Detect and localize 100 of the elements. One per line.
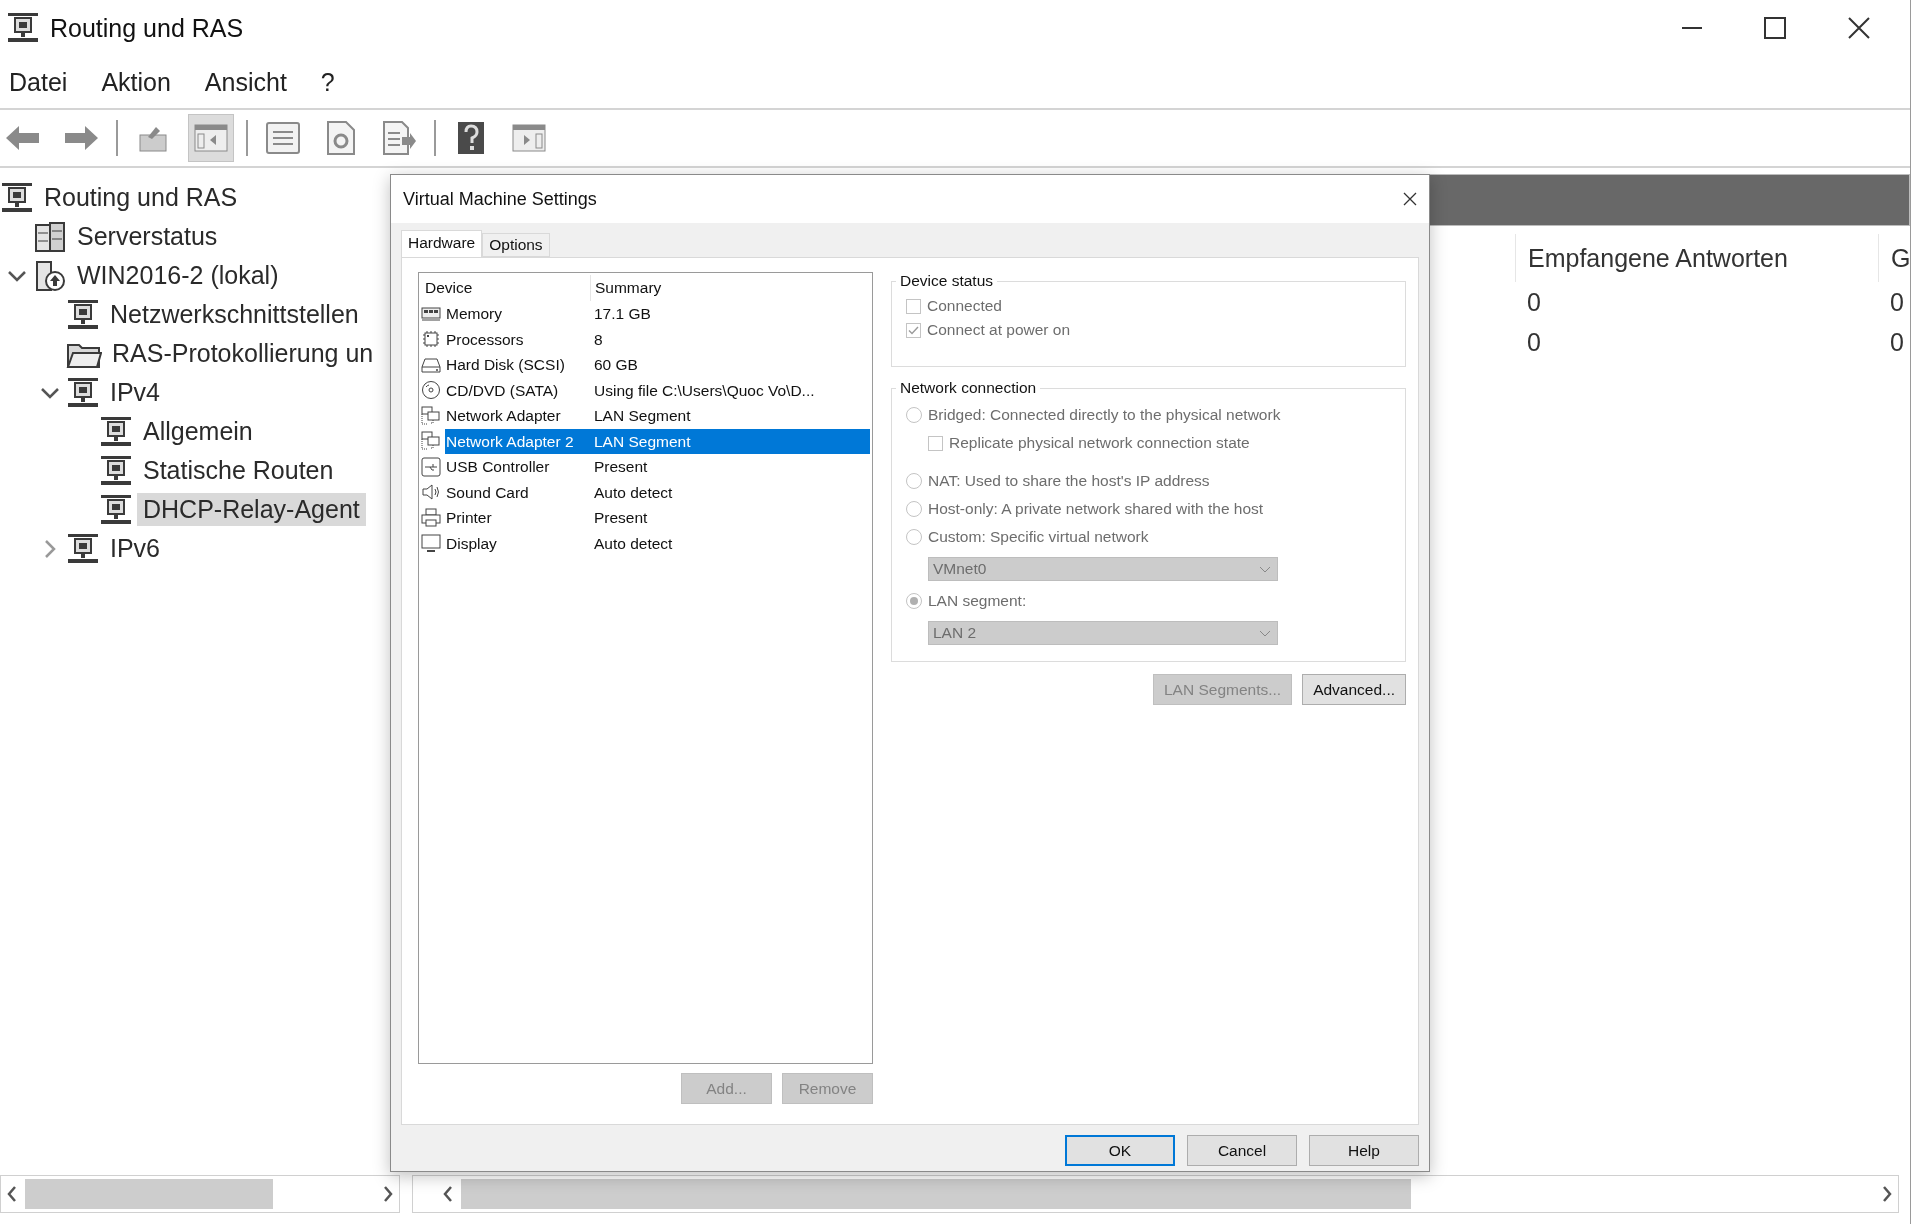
tree-item[interactable]: Netzwerkschnittstellen [104,298,365,331]
dropdown-caret-icon [1259,629,1271,637]
network-server-icon [66,298,100,331]
tree-item[interactable]: RAS-Protokollierung un [106,337,380,370]
tree-item[interactable]: WIN2016-2 (lokal) [71,259,285,292]
tree-item[interactable]: Allgemein [137,415,259,448]
tree-item[interactable]: DHCP-Relay-Agent [137,493,366,526]
column-header[interactable]: G [1878,234,1910,282]
device-summary[interactable]: Auto detect [590,479,870,505]
device-summary[interactable]: LAN Segment [590,403,870,429]
checkbox-label: Connect at power on [927,321,1071,339]
device-summary[interactable]: LAN Segment [590,428,870,454]
scroll-left-icon[interactable] [7,1186,17,1202]
device-summary[interactable]: 17.1 GB [590,301,870,327]
device-name[interactable]: USB Controller [445,454,590,480]
action-pane-icon [512,123,546,153]
device-name[interactable]: Network Adapter [445,403,590,429]
device-name[interactable]: Memory [445,301,590,327]
close-icon[interactable] [1848,17,1870,39]
table-cell-text: 0 [1526,287,1542,318]
device-summary[interactable]: 8 [590,326,870,352]
monitor-icon [421,533,441,554]
table-cell-text: 0 [1889,327,1905,358]
group-title: Network connection [899,379,1038,397]
device-summary[interactable]: Present [590,454,870,480]
maximize-icon[interactable] [1764,17,1786,39]
network-server-icon [99,493,133,526]
device-name[interactable]: Processors [445,326,590,352]
usb-icon [421,456,441,477]
tab[interactable]: Hardware [401,230,483,257]
device-summary[interactable]: Present [590,505,870,531]
radio-label: LAN segment: [928,592,1027,610]
dropdown-caret-icon [1259,565,1271,573]
network-icon [421,431,441,452]
help-icon [457,121,485,155]
window-title: Routing und RAS [50,13,245,43]
tree-item[interactable]: Routing und RAS [38,181,244,214]
scroll-right-icon[interactable] [383,1186,393,1202]
printer-icon [421,507,441,528]
network-server-icon [66,376,100,409]
tree-item[interactable]: Serverstatus [71,220,224,253]
back-icon [6,125,40,151]
device-summary[interactable]: Auto detect [590,530,870,556]
menu-item[interactable]: Aktion [101,67,171,97]
dialog-button[interactable]: Cancel [1187,1135,1297,1166]
list-window-icon [266,122,300,154]
tree-item[interactable]: IPv4 [104,376,167,409]
check-icon [908,325,919,335]
device-name[interactable]: CD/DVD (SATA) [445,377,590,403]
tab[interactable]: Options [482,233,550,257]
server-computer-icon [33,259,67,292]
refresh-icon [326,121,356,155]
horizontal-scrollbar[interactable] [412,1175,1899,1213]
network-server-icon [99,454,133,487]
device-name[interactable]: Network Adapter 2 [445,428,590,454]
scroll-left-icon[interactable] [443,1186,453,1202]
menu-item[interactable]: ? [320,67,335,97]
network-server-icon [99,415,133,448]
tree-item[interactable]: IPv6 [104,532,167,565]
radio-label: NAT: Used to share the host's IP address [928,472,1210,490]
dialog-button[interactable]: Help [1309,1135,1419,1166]
dialog-title: Virtual Machine Settings [403,188,597,210]
device-summary[interactable]: Using file C:\Users\Quoc Vo\D... [590,377,870,403]
group-title: Device status [899,272,995,290]
scroll-right-icon[interactable] [1882,1186,1892,1202]
column-header[interactable]: Device [421,275,590,301]
server-stack-icon [33,220,67,253]
checkbox-label: Connected [927,297,1002,315]
network-server-icon [0,181,34,214]
radio-label: Custom: Specific virtual network [928,528,1149,546]
device-name[interactable]: Hard Disk (SCSI) [445,352,590,378]
collapse-chevron-icon[interactable] [40,386,59,399]
menu-item[interactable]: Ansicht [204,67,287,97]
chip-icon [421,329,441,350]
tree-item[interactable]: Statische Routen [137,454,340,487]
forward-icon [64,125,98,151]
device-name[interactable]: Sound Card [445,479,590,505]
device-summary[interactable]: 60 GB [590,352,870,378]
expand-chevron-icon[interactable] [43,539,56,558]
horizontal-scrollbar[interactable] [0,1175,400,1213]
menu-item[interactable]: Datei [9,67,68,97]
table-cell-text: 0 [1526,327,1542,358]
network-server-icon [66,532,100,565]
device-name[interactable]: Display [445,530,590,556]
network-icon [421,405,441,426]
device-name[interactable]: Printer [445,505,590,531]
column-header[interactable]: Summary [590,275,870,301]
radio-label: Bridged: Connected directly to the physical network [928,406,1281,424]
column-header[interactable]: Empfangene Antworten [1515,234,1878,282]
network-server-icon [6,12,40,44]
radio-label: Host-only: A private network shared with the host [928,500,1264,518]
close-icon[interactable] [1403,192,1417,206]
table-cell-text: 0 [1889,287,1905,318]
export-list-icon [382,121,416,155]
speaker-icon [421,482,441,503]
panel-toggle-icon [194,123,228,153]
panel-button[interactable]: Advanced... [1302,674,1406,705]
collapse-chevron-icon[interactable] [7,269,26,282]
disc-icon [421,380,441,401]
dialog-button[interactable]: OK [1065,1135,1175,1166]
